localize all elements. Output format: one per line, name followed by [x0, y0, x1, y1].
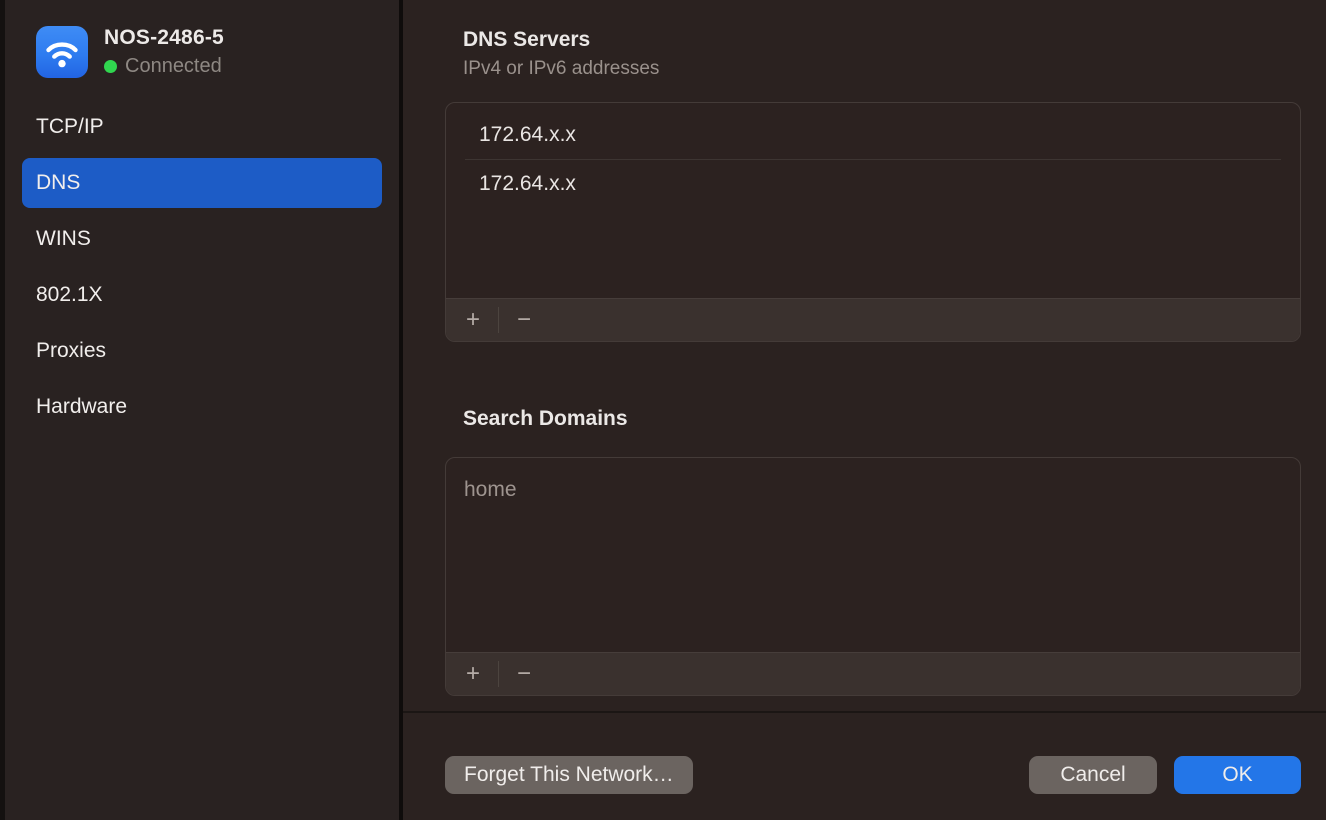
sidebar: NOS-2486-5 Connected TCP/IP DNS WINS 802… — [5, 0, 399, 820]
sidebar-item-dns[interactable]: DNS — [22, 158, 382, 208]
remove-dns-server-button[interactable]: − — [505, 305, 543, 335]
forget-network-button[interactable]: Forget This Network… — [445, 756, 693, 794]
button-separator — [498, 307, 499, 333]
dns-pane: DNS Servers IPv4 or IPv6 addresses 172.6… — [403, 0, 1326, 820]
dns-servers-title: DNS Servers — [463, 28, 1301, 52]
network-status: Connected — [104, 55, 224, 78]
search-domains-section: Search Domains home + − — [445, 407, 1301, 696]
dns-servers-section: DNS Servers IPv4 or IPv6 addresses 172.6… — [445, 28, 1301, 342]
sidebar-nav: TCP/IP DNS WINS 802.1X Proxies Hardware — [5, 102, 399, 432]
sidebar-item-tcpip[interactable]: TCP/IP — [22, 102, 382, 152]
connected-status-label: Connected — [125, 55, 222, 78]
connected-status-dot — [104, 60, 117, 73]
sidebar-item-wins[interactable]: WINS — [22, 214, 382, 264]
network-header: NOS-2486-5 Connected — [5, 26, 399, 78]
search-domain-entry[interactable]: home — [446, 466, 1300, 514]
add-dns-server-button[interactable]: + — [454, 305, 492, 335]
dns-servers-subtitle: IPv4 or IPv6 addresses — [463, 58, 1301, 80]
dns-server-entry[interactable]: 172.64.x.x — [446, 111, 1300, 159]
network-info: NOS-2486-5 Connected — [104, 26, 224, 78]
ok-button[interactable]: OK — [1174, 756, 1301, 794]
network-name: NOS-2486-5 — [104, 26, 224, 50]
network-details-window: NOS-2486-5 Connected TCP/IP DNS WINS 802… — [0, 0, 1326, 820]
remove-search-domain-button[interactable]: − — [505, 659, 543, 689]
add-search-domain-button[interactable]: + — [454, 659, 492, 689]
footer-bar: Forget This Network… Cancel OK — [445, 756, 1301, 794]
search-domains-list: home + − — [445, 457, 1301, 696]
dns-servers-list: 172.64.x.x 172.64.x.x + − — [445, 102, 1301, 342]
dns-servers-rows: 172.64.x.x 172.64.x.x — [446, 103, 1300, 298]
dns-server-entry[interactable]: 172.64.x.x — [446, 160, 1300, 208]
button-separator — [498, 661, 499, 687]
sidebar-item-hardware[interactable]: Hardware — [22, 382, 382, 432]
search-domains-list-footer: + − — [446, 652, 1300, 695]
cancel-button[interactable]: Cancel — [1029, 756, 1157, 794]
footer-divider — [403, 711, 1326, 713]
sidebar-item-proxies[interactable]: Proxies — [22, 326, 382, 376]
dns-servers-list-footer: + − — [446, 298, 1300, 341]
wifi-icon — [36, 26, 88, 78]
search-domains-rows: home — [446, 458, 1300, 652]
search-domains-title: Search Domains — [463, 407, 1301, 431]
sidebar-item-8021x[interactable]: 802.1X — [22, 270, 382, 320]
